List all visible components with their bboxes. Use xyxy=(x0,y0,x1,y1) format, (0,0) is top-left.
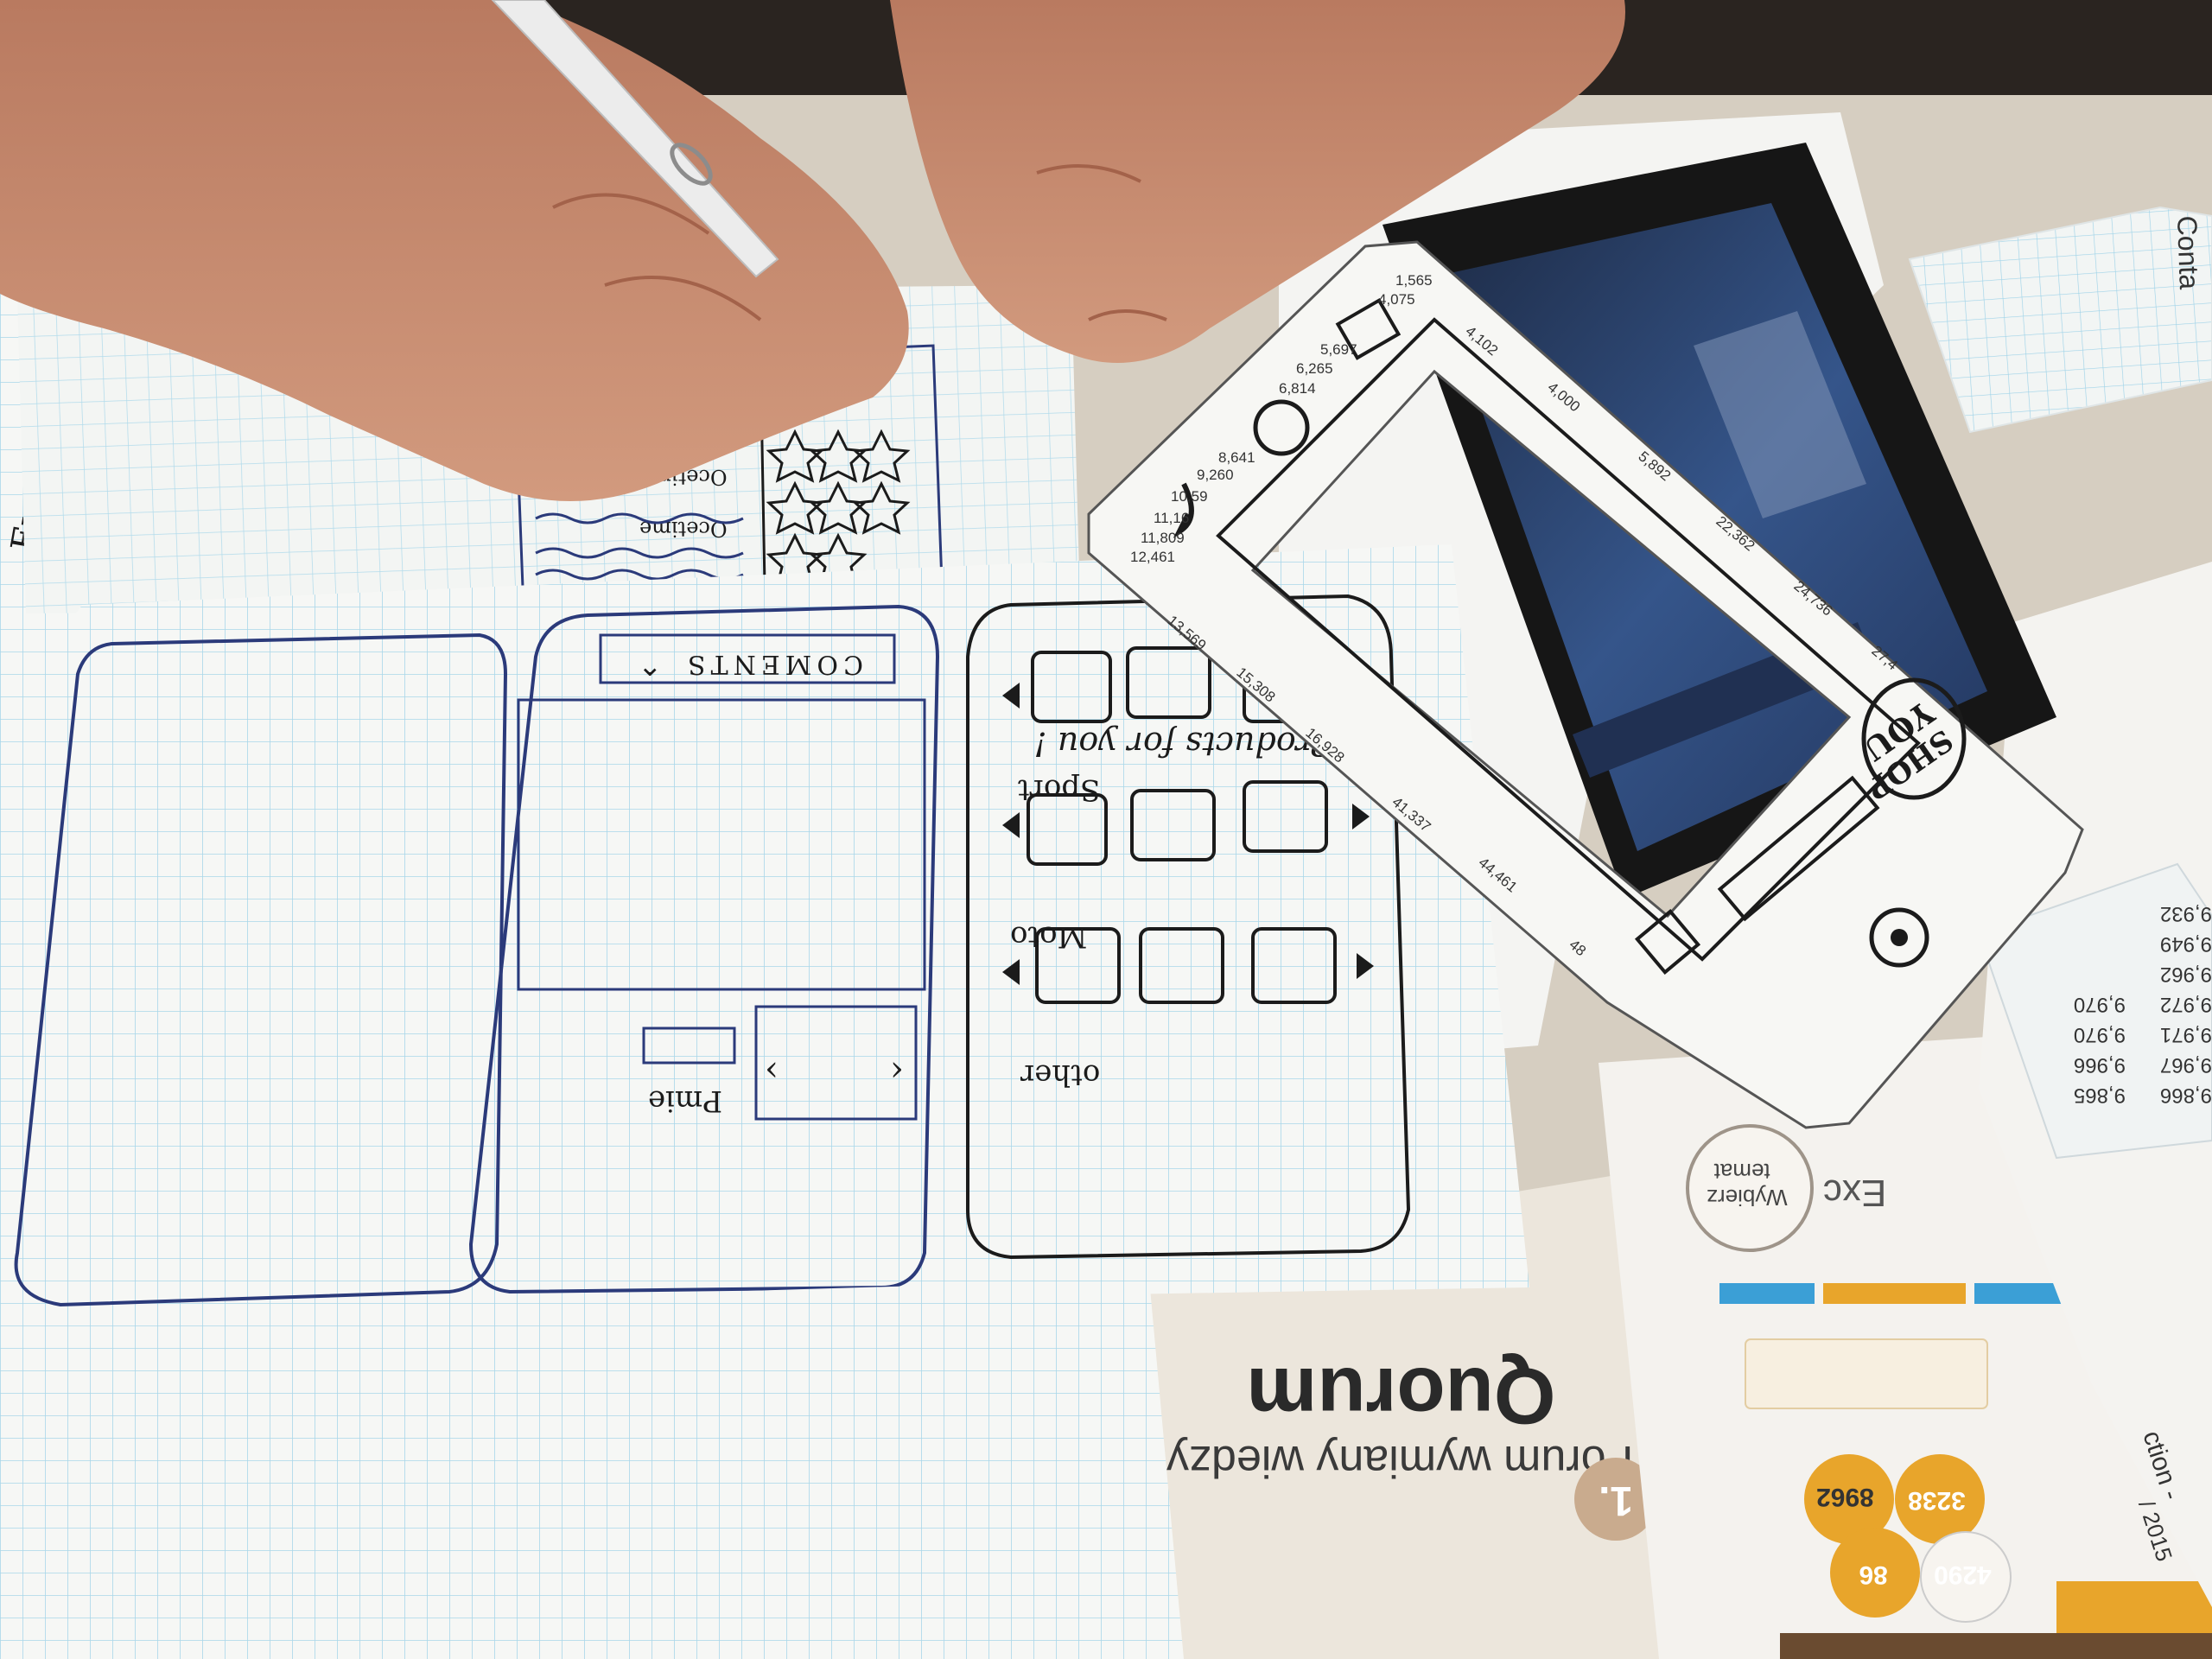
side-partial-conta: Conta xyxy=(2171,215,2205,290)
ruler-mark: 11,16 xyxy=(1154,510,1189,526)
table-value: 9,967 xyxy=(2160,1053,2212,1077)
notice-box xyxy=(1745,1338,1988,1409)
table-value: 9,971 xyxy=(2160,1023,2212,1046)
ruler-mark: 12,461 xyxy=(1130,549,1175,565)
frame-round-button-center xyxy=(1891,929,1908,946)
ruler-mark: 6,265 xyxy=(1296,360,1333,377)
search-bar-print xyxy=(2056,1581,2212,1633)
photo-scene: Quorum Forum wymiany wiedzy 1. Wybierz t… xyxy=(0,0,2212,1659)
brochure-number: 1. xyxy=(1599,1478,1633,1523)
ruler-mark: 11,809 xyxy=(1141,530,1185,546)
blue-tag xyxy=(1719,1283,1815,1304)
ruler-mark: 1,565 xyxy=(1395,272,1433,289)
table-value: 9,949 xyxy=(2160,932,2212,956)
chevron-down-icon: ⌄ xyxy=(638,649,663,683)
section-moto: Moto xyxy=(1010,919,1087,954)
ruler-mark: 6,814 xyxy=(1279,380,1316,397)
bubble-line-1: Wybierz xyxy=(1707,1185,1788,1211)
stat-value-3: 3238 xyxy=(1908,1486,1966,1515)
table-value: 9,865 xyxy=(2074,1084,2126,1107)
ruler-mark: 10,59 xyxy=(1171,488,1208,505)
ruler-mark: 4,075 xyxy=(1378,291,1415,308)
orange-tag xyxy=(1823,1283,1966,1304)
stat-value-2: 86 xyxy=(1859,1560,1887,1589)
detail-label: Pmie xyxy=(648,1084,722,1118)
photo-strip xyxy=(1780,1633,2212,1659)
ruler-mark: 5,697 xyxy=(1320,341,1357,358)
section-sport: Sport xyxy=(1018,772,1101,807)
brochure-subtitle: Forum wymiany wiedzy xyxy=(1166,1436,1633,1486)
stat-value-1: 4290 xyxy=(1934,1560,1992,1589)
ruler-mark: 8,641 xyxy=(1218,449,1255,466)
table-value: 9,966 xyxy=(2074,1053,2126,1077)
table-value: 9,962 xyxy=(2160,963,2212,986)
section-other: other xyxy=(1020,1058,1100,1092)
table-value: 9,972 xyxy=(2160,993,2212,1016)
chevron-left-icon: ‹ xyxy=(765,1049,779,1089)
table-value: 9,932 xyxy=(2160,902,2212,925)
stat-value-4: 8962 xyxy=(1816,1483,1874,1511)
side-partial-exc: Exc xyxy=(1823,1172,1886,1214)
bubble-line-2: temat xyxy=(1713,1159,1770,1185)
chevron-right-icon: › xyxy=(890,1049,904,1089)
ruler-mark: 9,260 xyxy=(1197,467,1234,483)
table-value: 9,866 xyxy=(2160,1084,2212,1107)
section-products-for-you: Products for you ! xyxy=(1034,725,1335,763)
table-value: 9,970 xyxy=(2074,993,2126,1016)
comments-label: COMENTS xyxy=(683,649,863,679)
bottom-grid-paper xyxy=(0,1279,1184,1659)
table-value: 9,970 xyxy=(2074,1023,2126,1046)
brochure-title: Quorum xyxy=(1247,1351,1556,1440)
